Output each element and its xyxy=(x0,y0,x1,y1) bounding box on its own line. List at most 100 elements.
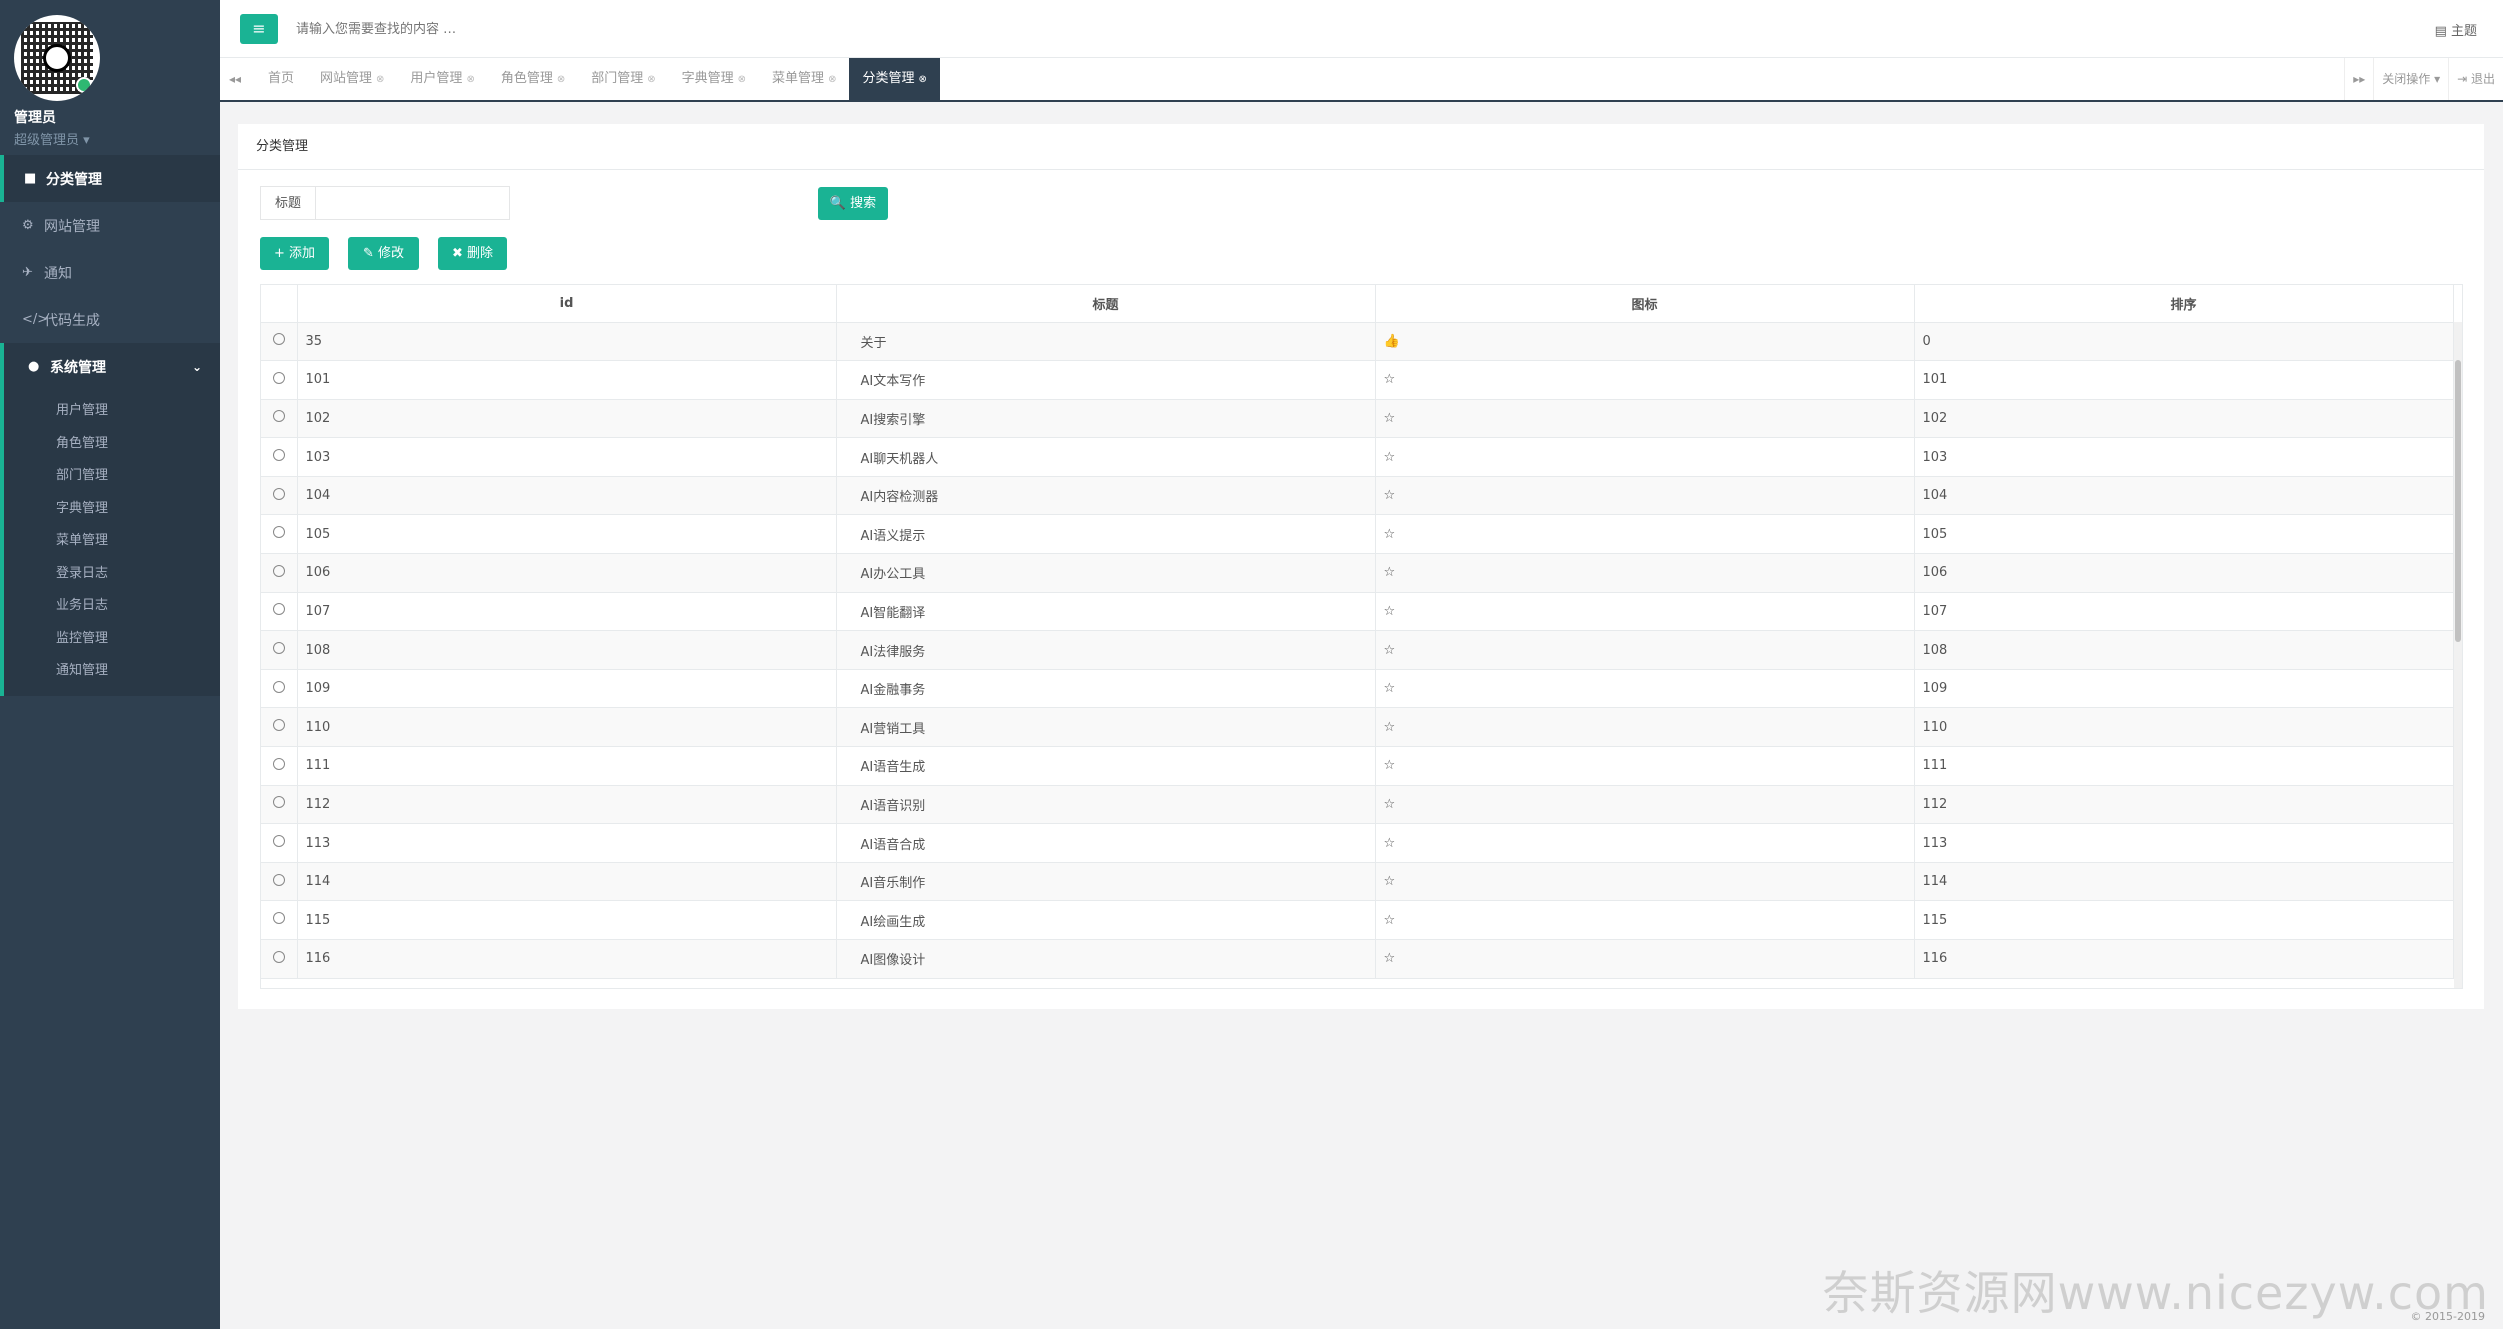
row-radio[interactable] xyxy=(272,873,285,886)
sidebar-subitem-op-log[interactable]: 业务日志 xyxy=(4,590,220,623)
sidebar-subitem-depts[interactable]: 部门管理 xyxy=(4,460,220,493)
table-row[interactable]: 111 AI语音生成 ☆ 111 xyxy=(261,746,2454,786)
row-select-cell[interactable] xyxy=(261,476,298,516)
tab-category[interactable]: 分类管理 ⊗ xyxy=(849,58,940,100)
close-ops-dropdown[interactable]: 关闭操作 ▾ xyxy=(2373,58,2448,100)
menu-toggle-button[interactable]: ≡ xyxy=(240,14,278,44)
table-row[interactable]: 103 AI聊天机器人 ☆ 103 xyxy=(261,437,2454,477)
table-row[interactable]: 112 AI语音识别 ☆ 112 xyxy=(261,785,2454,825)
close-icon[interactable]: ⊗ xyxy=(828,74,836,85)
sidebar-subitem-login-log[interactable]: 登录日志 xyxy=(4,558,220,591)
row-radio[interactable] xyxy=(272,603,285,616)
table-row[interactable]: 110 AI营销工具 ☆ 110 xyxy=(261,707,2454,748)
row-select-cell[interactable] xyxy=(261,669,298,709)
table-row[interactable]: 113 AI语音合成 ☆ 113 xyxy=(261,823,2454,863)
row-radio[interactable] xyxy=(272,757,285,770)
header-sort[interactable]: 排序 xyxy=(1914,285,2454,323)
sidebar-item-category[interactable]: ■ 分类管理 xyxy=(0,155,220,202)
row-radio[interactable] xyxy=(272,410,285,423)
search-button[interactable]: 🔍 搜索 xyxy=(818,187,888,220)
table-row[interactable]: 101 AI文本写作 ☆ 101 xyxy=(261,360,2454,400)
row-radio[interactable] xyxy=(272,796,285,809)
tab-dict[interactable]: 字典管理 ⊗ xyxy=(669,58,759,100)
row-select-cell[interactable] xyxy=(261,399,298,439)
row-radio[interactable] xyxy=(272,333,285,346)
table-row[interactable]: 107 AI智能翻译 ☆ 107 xyxy=(261,592,2454,632)
delete-button[interactable]: ✖ 删除 xyxy=(438,237,507,270)
tab-menus[interactable]: 菜单管理 ⊗ xyxy=(759,58,849,100)
row-select-cell[interactable] xyxy=(261,707,298,748)
sidebar-subitem-roles[interactable]: 角色管理 xyxy=(4,428,220,461)
user-role-dropdown[interactable]: 超级管理员 ▾ xyxy=(14,129,220,148)
sidebar-item-system[interactable]: ● 系统管理 ⌄ xyxy=(0,343,220,390)
row-radio[interactable] xyxy=(272,912,285,925)
add-button[interactable]: + 添加 xyxy=(260,237,329,270)
sidebar-subitem-menus[interactable]: 菜单管理 xyxy=(4,525,220,558)
row-radio[interactable] xyxy=(272,487,285,500)
sidebar-item-website[interactable]: ⚙ 网站管理 xyxy=(0,202,220,249)
sidebar-subitem-notice[interactable]: 通知管理 xyxy=(4,655,220,688)
table-row[interactable]: 104 AI内容检测器 ☆ 104 xyxy=(261,476,2454,516)
row-select-cell[interactable] xyxy=(261,900,298,940)
table-row[interactable]: 116 AI图像设计 ☆ 116 xyxy=(261,939,2454,979)
tab-users[interactable]: 用户管理 ⊗ xyxy=(397,58,487,100)
row-radio[interactable] xyxy=(272,371,285,384)
table-row[interactable]: 106 AI办公工具 ☆ 106 xyxy=(261,553,2454,593)
row-select-cell[interactable] xyxy=(261,514,298,555)
close-icon[interactable]: ⊗ xyxy=(466,74,474,85)
scrollbar-thumb[interactable] xyxy=(2455,360,2461,642)
sidebar-item-codegen[interactable]: </> 代码生成 xyxy=(0,296,220,343)
row-select-cell[interactable] xyxy=(261,939,298,979)
edit-button[interactable]: ✎ 修改 xyxy=(348,237,419,270)
sidebar-subitem-monitor[interactable]: 监控管理 xyxy=(4,623,220,656)
tab-depts[interactable]: 部门管理 ⊗ xyxy=(578,58,668,100)
logout-button[interactable]: ⇥ 退出 xyxy=(2448,58,2503,100)
theme-button[interactable]: ▤ 主题 xyxy=(2435,20,2477,39)
row-select-cell[interactable] xyxy=(261,785,298,825)
table-row[interactable]: 115 AI绘画生成 ☆ 115 xyxy=(261,900,2454,940)
close-icon[interactable]: ⊗ xyxy=(918,74,926,85)
row-select-cell[interactable] xyxy=(261,553,298,593)
row-select-cell[interactable] xyxy=(261,746,298,786)
row-radio[interactable] xyxy=(272,526,285,539)
table-row[interactable]: 105 AI语义提示 ☆ 105 xyxy=(261,514,2454,555)
row-select-cell[interactable] xyxy=(261,862,298,902)
sidebar-subitem-dict[interactable]: 字典管理 xyxy=(4,493,220,526)
avatar[interactable] xyxy=(14,15,100,101)
header-icon[interactable]: 图标 xyxy=(1375,285,1915,323)
close-icon[interactable]: ⊗ xyxy=(647,74,655,85)
row-select-cell[interactable] xyxy=(261,823,298,863)
close-icon[interactable]: ⊗ xyxy=(557,74,565,85)
sidebar-subitem-users[interactable]: 用户管理 xyxy=(4,395,220,428)
row-radio[interactable] xyxy=(272,835,285,848)
table-scrollbar[interactable] xyxy=(2454,322,2462,988)
row-radio[interactable] xyxy=(272,564,285,577)
close-icon[interactable]: ⊗ xyxy=(376,74,384,85)
table-row[interactable]: 109 AI金融事务 ☆ 109 xyxy=(261,669,2454,709)
row-select-cell[interactable] xyxy=(261,322,298,362)
global-search-input[interactable] xyxy=(296,16,696,42)
table-row[interactable]: 35 关于 👍 0 xyxy=(261,322,2454,362)
row-select-cell[interactable] xyxy=(261,437,298,477)
close-icon[interactable]: ⊗ xyxy=(738,74,746,85)
tabs-prev-icon[interactable]: ◂◂ xyxy=(220,58,250,100)
header-title[interactable]: 标题 xyxy=(836,285,1376,323)
row-radio[interactable] xyxy=(272,950,285,963)
table-row[interactable]: 102 AI搜索引擎 ☆ 102 xyxy=(261,399,2454,439)
row-select-cell[interactable] xyxy=(261,592,298,632)
tab-website[interactable]: 网站管理 ⊗ xyxy=(307,58,397,100)
tabs-next-icon[interactable]: ▸▸ xyxy=(2344,58,2373,100)
row-radio[interactable] xyxy=(272,449,285,462)
row-radio[interactable] xyxy=(272,719,285,732)
row-radio[interactable] xyxy=(272,642,285,655)
sidebar-item-notice[interactable]: ✈ 通知 xyxy=(0,249,220,296)
tab-home[interactable]: 首页 xyxy=(255,58,307,100)
table-row[interactable]: 114 AI音乐制作 ☆ 114 xyxy=(261,862,2454,902)
title-filter-input[interactable] xyxy=(315,186,510,220)
tab-roles[interactable]: 角色管理 ⊗ xyxy=(488,58,578,100)
header-id[interactable]: id xyxy=(297,285,837,323)
row-select-cell[interactable] xyxy=(261,630,298,670)
table-row[interactable]: 108 AI法律服务 ☆ 108 xyxy=(261,630,2454,670)
row-radio[interactable] xyxy=(272,680,285,693)
row-select-cell[interactable] xyxy=(261,360,298,400)
